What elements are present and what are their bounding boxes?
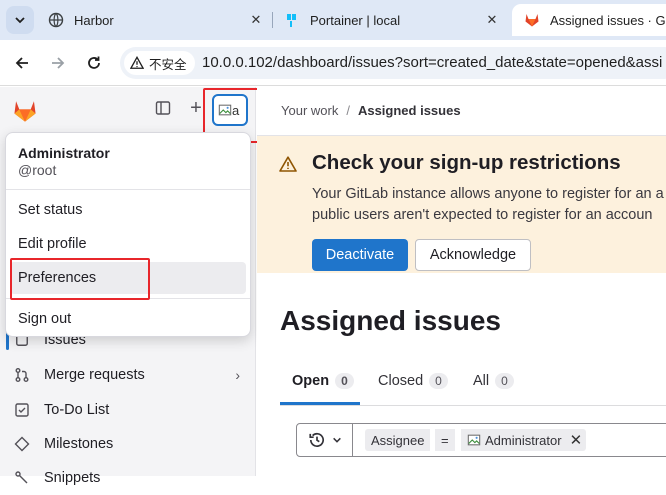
menu-item-edit-profile[interactable]: Edit profile bbox=[10, 228, 246, 260]
tab-title: Harbor bbox=[74, 12, 114, 28]
acknowledge-button[interactable]: Acknowledge bbox=[415, 239, 531, 271]
todo-icon bbox=[0, 402, 44, 418]
tabs-divider bbox=[280, 405, 666, 406]
page-title: Assigned issues bbox=[280, 305, 501, 336]
snippet-icon bbox=[0, 470, 44, 486]
tab-label: Open bbox=[292, 373, 330, 389]
sidebar-item-label: Merge requests bbox=[44, 367, 145, 383]
filter-value-label: Administrator bbox=[485, 432, 562, 448]
security-indicator[interactable]: 不安全 bbox=[124, 51, 195, 75]
browser-tab-gitlab[interactable]: Assigned issues · Git bbox=[512, 4, 666, 36]
close-icon[interactable]: ✕ bbox=[484, 12, 500, 28]
alert-body: Your GitLab instance allows anyone to re… bbox=[312, 184, 666, 226]
tab-title: Portainer | local bbox=[310, 12, 401, 28]
browser-tab-portainer[interactable]: Portainer | local ✕ bbox=[276, 4, 508, 36]
menu-item-sign-out[interactable]: Sign out bbox=[10, 303, 246, 335]
issue-filter-bar[interactable]: Assignee = Administrator ✕ bbox=[296, 423, 666, 457]
menu-item-set-status[interactable]: Set status bbox=[10, 194, 246, 226]
tab-open[interactable]: Open 0 bbox=[292, 373, 354, 389]
tab-label: All bbox=[473, 373, 490, 389]
chevron-right-icon: › bbox=[235, 367, 240, 383]
harbor-icon bbox=[48, 12, 64, 28]
user-display-name: Administrator bbox=[18, 145, 110, 161]
forward-button[interactable] bbox=[44, 49, 72, 77]
tab-label: Closed bbox=[378, 373, 424, 389]
portainer-icon bbox=[284, 12, 300, 28]
gitlab-icon bbox=[524, 12, 540, 28]
sidebar-item-label: Milestones bbox=[44, 436, 114, 452]
main-content: Your work / Assigned issues Check your sig… bbox=[257, 87, 666, 476]
back-button[interactable] bbox=[8, 49, 36, 77]
history-icon bbox=[308, 433, 324, 447]
tab-closed[interactable]: Closed 0 bbox=[378, 373, 448, 389]
omnibox[interactable]: 不安全 10.0.0.102/dashboard/issues?sort=cre… bbox=[120, 47, 666, 79]
close-icon[interactable]: ✕ bbox=[570, 431, 583, 449]
breadcrumb-separator: / bbox=[346, 103, 350, 118]
arrow-right-icon bbox=[52, 57, 65, 69]
address-bar: 不安全 10.0.0.102/dashboard/issues?sort=cre… bbox=[0, 40, 666, 86]
gitlab-logo-icon bbox=[14, 101, 36, 122]
browser-tab-harbor[interactable]: Harbor ✕ bbox=[40, 4, 272, 36]
warning-icon bbox=[279, 156, 297, 177]
count-badge: 0 bbox=[335, 373, 354, 389]
warning-icon bbox=[130, 56, 144, 69]
arrow-left-icon bbox=[15, 57, 28, 69]
milestone-icon bbox=[0, 436, 44, 452]
reload-button[interactable] bbox=[80, 49, 108, 77]
highlight-box-preferences bbox=[10, 258, 150, 300]
count-badge: 0 bbox=[429, 373, 448, 389]
sidebar-item-snippets[interactable]: Snippets bbox=[0, 461, 256, 495]
alert-body-line: Your GitLab instance allows anyone to re… bbox=[312, 186, 664, 202]
sidebar-item-merge-requests[interactable]: Merge requests › bbox=[0, 358, 256, 392]
close-icon[interactable]: ✕ bbox=[248, 12, 264, 28]
alert-body-line: public users aren't expected to register… bbox=[312, 207, 653, 223]
filter-token-operator[interactable]: = bbox=[435, 429, 455, 451]
gitlab-logo[interactable] bbox=[12, 98, 38, 129]
user-username: @root bbox=[18, 162, 57, 178]
chevron-down-icon bbox=[332, 437, 341, 443]
recent-searches-button[interactable] bbox=[297, 424, 353, 456]
alert-title: Check your sign-up restrictions bbox=[312, 151, 621, 174]
browser-tab-bar: Harbor ✕ Portainer | local ✕ Assigned is… bbox=[0, 0, 666, 40]
sidebar-item-label: Snippets bbox=[44, 470, 101, 486]
url-text: 10.0.0.102/dashboard/issues?sort=created… bbox=[202, 54, 663, 71]
breadcrumb-parent[interactable]: Your work bbox=[281, 103, 338, 118]
deactivate-button[interactable]: Deactivate bbox=[312, 239, 408, 271]
broken-image-icon bbox=[467, 434, 481, 446]
merge-request-icon bbox=[0, 367, 44, 383]
tab-separator bbox=[272, 12, 273, 28]
signup-restrictions-alert: Check your sign-up restrictions Your Git… bbox=[257, 136, 666, 273]
tab-all[interactable]: All 0 bbox=[473, 373, 514, 389]
sidebar-item-label: To-Do List bbox=[44, 402, 110, 418]
breadcrumb: Your work / Assigned issues bbox=[281, 103, 461, 118]
sidebar-toggle-icon[interactable] bbox=[154, 99, 172, 117]
user-menu-dropdown: Administrator @root Set status Edit prof… bbox=[5, 132, 251, 337]
issue-state-tabs: Open 0 Closed 0 All 0 bbox=[280, 365, 666, 405]
sidebar-item-todo[interactable]: To-Do List bbox=[0, 393, 256, 427]
breadcrumb-current[interactable]: Assigned issues bbox=[358, 103, 461, 118]
filter-token-value[interactable]: Administrator ✕ bbox=[461, 429, 587, 451]
tab-title: Assigned issues · Git bbox=[550, 12, 666, 28]
filter-token-field[interactable]: Assignee bbox=[365, 429, 431, 451]
tab-search-button[interactable] bbox=[6, 6, 34, 34]
security-label: 不安全 bbox=[149, 57, 187, 72]
chevron-down-icon bbox=[15, 17, 25, 24]
reload-icon bbox=[88, 56, 100, 69]
menu-divider bbox=[6, 189, 250, 190]
count-badge: 0 bbox=[495, 373, 514, 389]
sidebar-item-milestones[interactable]: Milestones bbox=[0, 427, 256, 461]
